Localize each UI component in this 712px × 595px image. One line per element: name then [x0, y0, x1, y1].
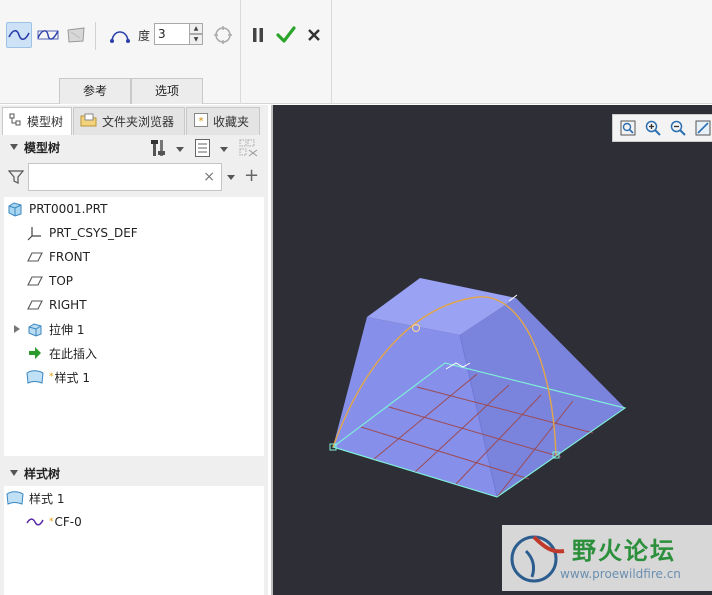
style-icon — [26, 368, 44, 386]
tree-item-part[interactable]: PRT0001.PRT — [6, 197, 107, 221]
datum-plane-icon — [26, 248, 44, 266]
model-viewport[interactable] — [273, 105, 712, 595]
navigator-panel: 模型树 文件夹浏览器 * 收藏夹 模型树 × + PRT0001.PRT PRT… — [0, 105, 268, 595]
clear-icon[interactable]: × — [203, 169, 215, 185]
extrude-icon — [26, 320, 44, 338]
style-tree-item-style[interactable]: 样式 1 — [6, 486, 64, 510]
folder-browser-icon — [80, 112, 98, 131]
tree-item-label: RIGHT — [49, 298, 87, 312]
tree-item-front[interactable]: FRONT — [26, 245, 90, 269]
graphics-window[interactable]: 野火论坛 www.proewildfire.cn — [271, 105, 712, 595]
model-tree-icon — [9, 113, 23, 130]
tree-columns-button[interactable] — [238, 138, 260, 161]
list-icon — [194, 138, 212, 161]
tree-item-csys[interactable]: PRT_CSYS_DEF — [26, 221, 138, 245]
search-input-box[interactable]: × — [28, 163, 222, 191]
tab-folder-browser[interactable]: 文件夹浏览器 — [73, 107, 185, 135]
tree-item-label: TOP — [49, 274, 74, 288]
tree-item-label: 在此插入 — [49, 346, 98, 361]
collapse-icon — [10, 144, 18, 150]
control-curve-icon[interactable] — [35, 22, 61, 48]
confirm-icon[interactable] — [273, 22, 299, 48]
model-tree: PRT0001.PRT PRT_CSYS_DEF FRONT TOP RIGHT… — [4, 197, 264, 456]
tab-label: 模型树 — [27, 115, 64, 129]
modified-star-icon: * — [49, 372, 54, 382]
datum-plane-icon — [26, 272, 44, 290]
degree-up-button[interactable]: ▲ — [189, 23, 203, 34]
surface-icon[interactable] — [63, 22, 89, 48]
csys-icon — [26, 224, 44, 242]
action-group — [241, 0, 331, 104]
watermark-url: www.proewildfire.cn — [560, 567, 681, 581]
tab-options[interactable]: 选项 — [131, 78, 203, 104]
tab-model-tree[interactable]: 模型树 — [2, 107, 72, 135]
dropdown-arrow-icon[interactable] — [227, 175, 235, 180]
ribbon-divider — [95, 22, 96, 50]
tree-item-label: 样式 1 — [29, 491, 65, 506]
tree-item-label: 样式 1 — [54, 370, 90, 385]
favorites-icon: * — [193, 112, 209, 131]
collapse-icon — [10, 470, 18, 476]
style-tree-header[interactable]: 样式树 — [4, 461, 264, 485]
tab-label: 收藏夹 — [213, 115, 250, 129]
watermark-logo-icon — [510, 535, 565, 583]
tree-columns-icon — [238, 138, 260, 161]
style-icon — [6, 489, 24, 507]
insert-here-icon — [26, 344, 44, 362]
curve-icon — [26, 513, 44, 531]
watermark: 野火论坛 www.proewildfire.cn — [502, 525, 712, 591]
dropdown-arrow-icon — [220, 147, 228, 152]
tree-item-label: 拉伸 1 — [49, 322, 85, 337]
settings-tools-icon — [150, 138, 170, 161]
tree-item-label: CF-0 — [54, 515, 82, 529]
ribbon-separator — [331, 0, 332, 104]
filter-icon[interactable] — [8, 169, 24, 185]
ribbon: 度 ▲ ▼ 参考 选项 — [0, 0, 712, 104]
model-tree-title: 模型树 — [24, 140, 61, 155]
style-curve-group: 度 ▲ ▼ 参考 选项 — [0, 0, 240, 104]
tab-references[interactable]: 参考 — [59, 78, 131, 104]
style-tree: 样式 1 * CF-0 — [4, 486, 264, 595]
expand-arrow-icon[interactable] — [14, 325, 20, 333]
show-tool-button[interactable] — [194, 138, 228, 161]
tree-item-label: PRT_CSYS_DEF — [49, 226, 138, 240]
tree-item-label: FRONT — [49, 250, 90, 264]
add-icon[interactable]: + — [244, 165, 259, 186]
modified-star-icon: * — [49, 517, 54, 527]
interp-curve-icon[interactable] — [6, 22, 32, 48]
degree-down-button[interactable]: ▼ — [189, 34, 203, 45]
settings-tool-button[interactable] — [150, 138, 184, 161]
svg-text:*: * — [199, 116, 204, 127]
tree-item-right[interactable]: RIGHT — [26, 293, 87, 317]
tree-item-style[interactable]: * 样式 1 — [26, 365, 90, 389]
free-form-icon[interactable] — [210, 22, 236, 48]
part-icon — [6, 200, 24, 218]
search-input[interactable] — [33, 165, 201, 189]
tab-label: 文件夹浏览器 — [102, 115, 175, 129]
datum-plane-icon — [26, 296, 44, 314]
tree-item-insert-here[interactable]: 在此插入 — [26, 341, 97, 365]
pause-icon[interactable] — [245, 22, 271, 48]
degree-label: 度 — [138, 29, 151, 43]
tree-item-extrude[interactable]: 拉伸 1 — [26, 317, 84, 341]
dropdown-arrow-icon — [176, 147, 184, 152]
tree-item-top[interactable]: TOP — [26, 269, 73, 293]
style-tree-item-curve[interactable]: * CF-0 — [26, 510, 82, 534]
degree-input[interactable] — [154, 23, 190, 45]
style-tree-title: 样式树 — [24, 466, 61, 481]
tree-item-label: PRT0001.PRT — [29, 202, 108, 216]
tab-favorites[interactable]: * 收藏夹 — [186, 107, 260, 135]
watermark-title: 野火论坛 — [572, 537, 676, 565]
cancel-icon[interactable] — [301, 22, 327, 48]
curve-through-points-icon[interactable] — [107, 22, 133, 48]
